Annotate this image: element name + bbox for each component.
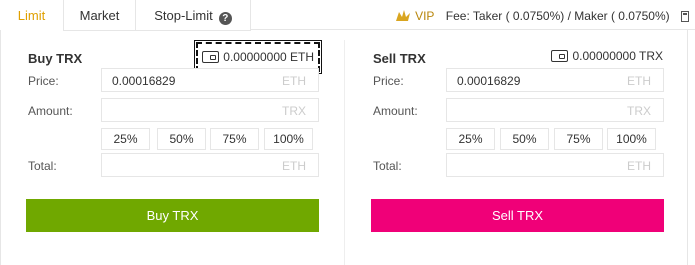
buy-pct-25[interactable]: 25% (101, 128, 150, 150)
vip-icon (395, 10, 410, 21)
buy-total-unit: ETH (282, 159, 306, 173)
help-icon[interactable]: ? (218, 12, 232, 25)
sell-balance-value: 0.00000000 TRX (572, 49, 663, 63)
tab-market-label: Market (79, 8, 120, 23)
buy-title: Buy TRX (28, 51, 83, 66)
buy-amount-unit: TRX (282, 104, 306, 118)
buy-price-value: 0.00016829 (112, 74, 176, 88)
sell-price-unit: ETH (627, 74, 651, 88)
sell-pct-75[interactable]: 75% (554, 128, 603, 150)
sell-pct-50[interactable]: 50% (500, 128, 549, 150)
sell-amount-input[interactable]: TRX (446, 98, 664, 122)
buy-total-input[interactable]: ETH (101, 153, 319, 177)
buy-price-label: Price: (28, 74, 59, 88)
buy-pct-75[interactable]: 75% (210, 128, 259, 150)
sell-title: Sell TRX (373, 51, 426, 66)
sell-pct-100[interactable]: 100% (607, 128, 656, 150)
divider (344, 40, 345, 265)
tab-limit-label: Limit (17, 8, 46, 23)
fee-rates: Fee: Taker ( 0.0750%) / Maker ( 0.0750%) (445, 9, 670, 23)
sell-total-label: Total: (373, 159, 402, 173)
sell-price-input[interactable]: 0.00016829 ETH (446, 68, 664, 92)
sell-price-label: Price: (373, 74, 404, 88)
sell-total-unit: ETH (627, 159, 651, 173)
sell-total-input[interactable]: ETH (446, 153, 664, 177)
buy-total-label: Total: (28, 159, 57, 173)
order-type-tabs: Limit Market Stop-Limit? VIP Fee: Taker … (0, 0, 695, 31)
tab-stop-limit-label: Stop-Limit (154, 8, 213, 23)
wallet-icon (202, 51, 220, 63)
calculator-icon[interactable] (681, 11, 689, 22)
sell-amount-unit: TRX (627, 104, 651, 118)
sell-price-value: 0.00016829 (457, 74, 521, 88)
buy-amount-input[interactable]: TRX (101, 98, 319, 122)
buy-pct-100[interactable]: 100% (264, 128, 313, 150)
sell-pct-25[interactable]: 25% (446, 128, 495, 150)
tab-limit[interactable]: Limit (0, 0, 64, 31)
sell-panel: Sell TRX 0.00000000 TRX Price: 0.0001682… (371, 30, 664, 265)
vip-label: VIP (415, 9, 435, 23)
buy-price-input[interactable]: 0.00016829 ETH (101, 68, 319, 92)
buy-panel: Buy TRX 0.00000000 ETH Price: 0.00016829… (26, 30, 322, 265)
sell-button[interactable]: Sell TRX (371, 199, 664, 232)
sell-balance: 0.00000000 TRX (551, 49, 663, 63)
tab-market[interactable]: Market (64, 0, 136, 31)
buy-balance-value: 0.00000000 ETH (223, 50, 314, 64)
buy-price-unit: ETH (282, 74, 306, 88)
buy-pct-50[interactable]: 50% (157, 128, 206, 150)
buy-button[interactable]: Buy TRX (26, 199, 319, 232)
sell-amount-label: Amount: (373, 104, 418, 118)
buy-amount-label: Amount: (28, 104, 73, 118)
tab-stop-limit[interactable]: Stop-Limit? (136, 0, 251, 31)
wallet-icon (551, 50, 569, 62)
fee-info: VIP Fee: Taker ( 0.0750%) / Maker ( 0.07… (394, 0, 695, 30)
